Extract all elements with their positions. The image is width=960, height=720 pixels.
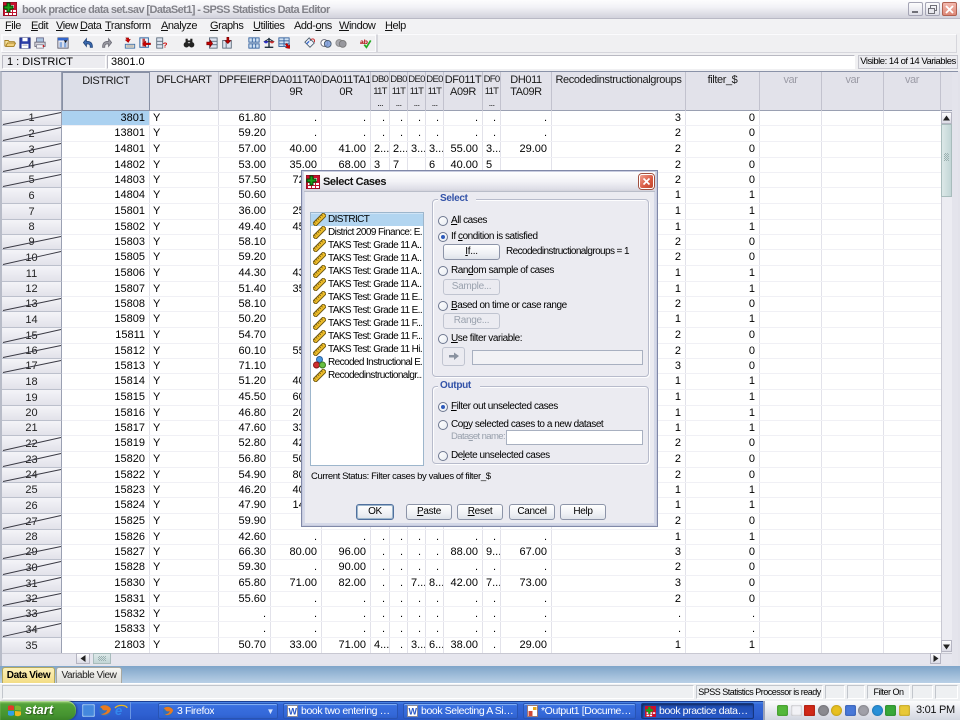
svg-text:?: ? [163, 40, 167, 49]
svg-text:ab: ab [360, 39, 368, 46]
svg-text:W: W [409, 707, 418, 717]
svg-text:W: W [289, 707, 298, 717]
